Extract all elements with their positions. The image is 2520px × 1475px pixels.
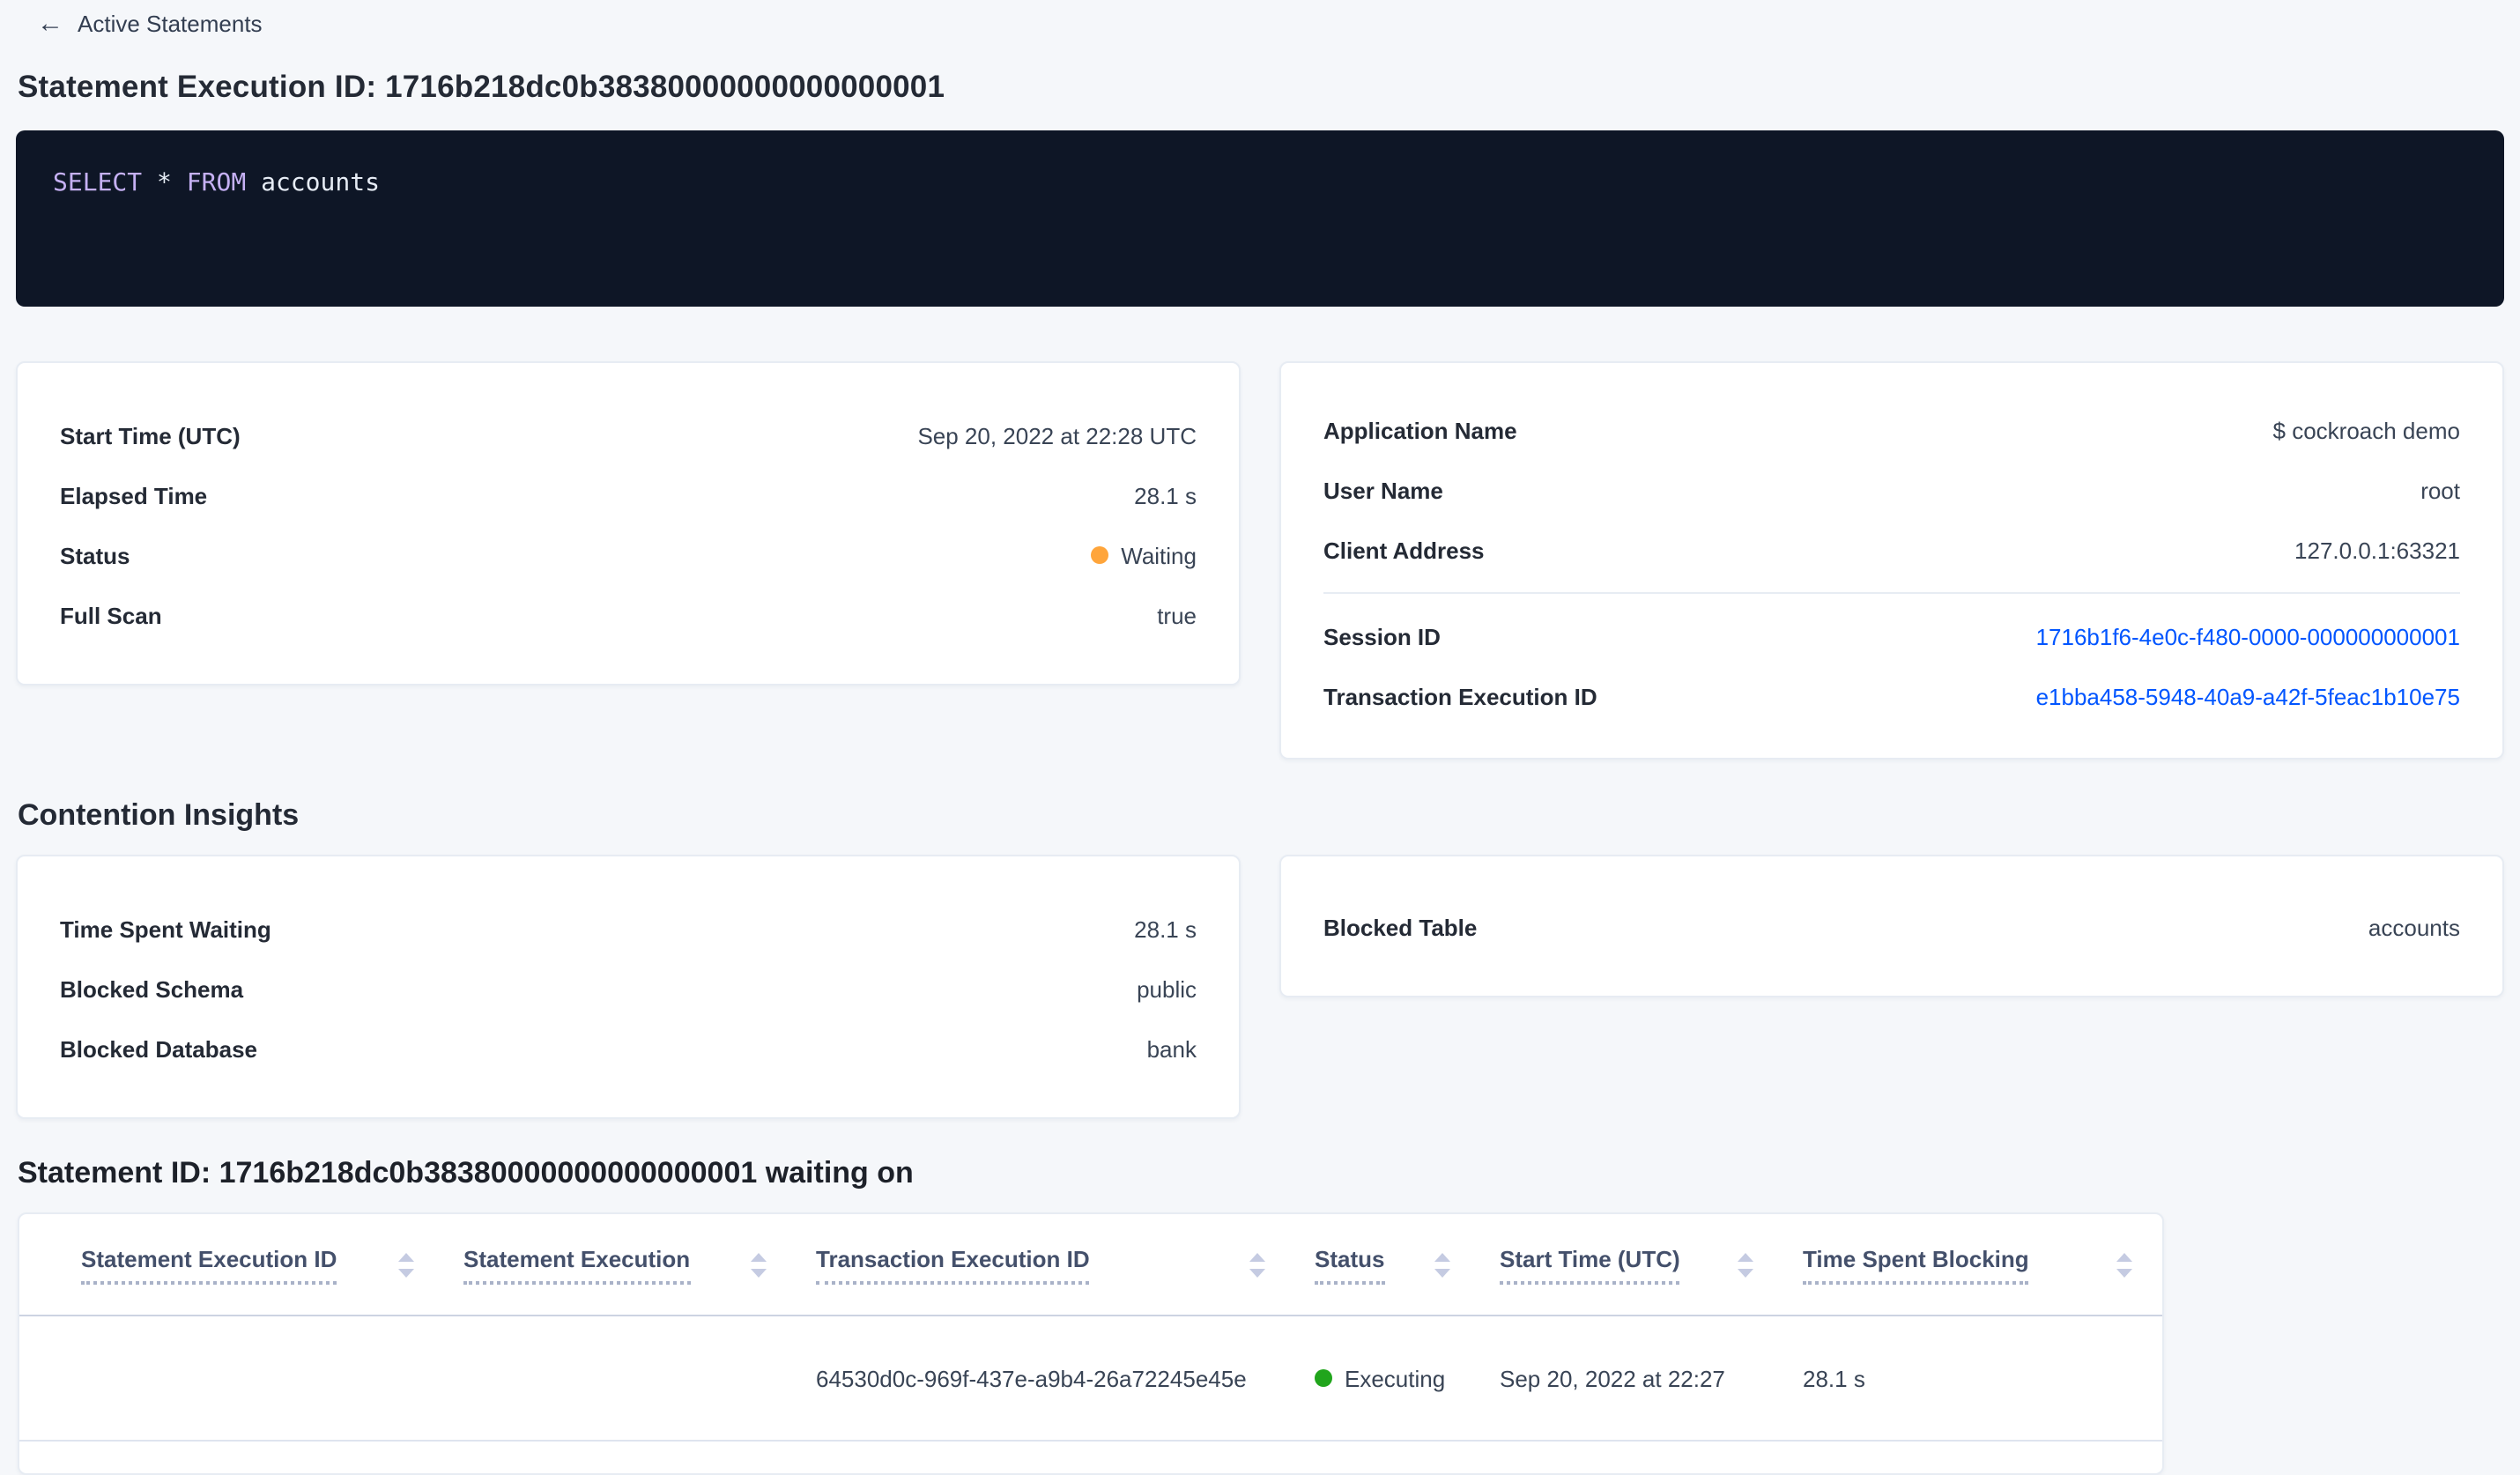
client-address-value: 127.0.0.1:63321 [2294,537,2460,563]
waiting-statements-table: Statement Execution ID Statement Executi… [18,1212,2164,1475]
full-scan-value: true [1157,602,1197,628]
blocked-database-row: Blocked Database bank [60,1019,1197,1078]
sort-icon [1249,1252,1265,1277]
sql-star: * [157,169,172,197]
blocked-table-card: Blocked Table accounts [1279,855,2504,997]
session-details-card: Application Name $ cockroach demo User N… [1279,361,2504,760]
column-header-time-spent-blocking[interactable]: Time Spent Blocking [1803,1245,2143,1284]
sql-keyword-from: FROM [186,169,247,197]
elapsed-time-row: Elapsed Time 28.1 s [60,465,1197,525]
status-row: Status Waiting [60,525,1197,585]
column-header-label: Status [1315,1245,1385,1284]
blocked-schema-row: Blocked Schema public [60,959,1197,1019]
status-value: Waiting [1091,542,1197,568]
overview-cards-row: Start Time (UTC) Sep 20, 2022 at 22:28 U… [16,361,2520,760]
user-name-value: root [2420,477,2460,503]
session-id-row: Session ID 1716b1f6-4e0c-f480-0000-00000… [1323,606,2460,666]
column-header-label: Start Time (UTC) [1500,1245,1680,1284]
contention-details-card: Time Spent Waiting 28.1 s Blocked Schema… [16,855,1241,1119]
transaction-execution-id-row: Transaction Execution ID e1bba458-5948-4… [1323,666,2460,726]
sort-icon [398,1252,414,1277]
page-title: Statement Execution ID: 1716b218dc0b3838… [18,69,945,104]
sort-icon [1434,1252,1450,1277]
session-id-label: Session ID [1323,623,1441,649]
contention-insights-heading: Contention Insights [18,798,300,832]
transaction-execution-id-link[interactable]: e1bba458-5948-40a9-a42f-5feac1b10e75 [2036,683,2460,709]
status-text: Waiting [1121,542,1197,568]
cell-transaction-execution-id: 64530d0c-969f-437e-a9b4-26a72245e45e [816,1365,1247,1391]
back-arrow-icon: ← [37,9,63,39]
full-scan-row: Full Scan true [60,585,1197,645]
sort-icon [1738,1252,1753,1277]
cell-status-text: Executing [1345,1365,1446,1391]
elapsed-time-value: 28.1 s [1134,482,1197,508]
session-card-divider [1323,592,2460,594]
blocked-database-value: bank [1146,1035,1197,1062]
blocked-table-row: Blocked Table accounts [1323,897,2460,957]
start-time-row: Start Time (UTC) Sep 20, 2022 at 22:28 U… [60,405,1197,465]
waiting-table-header-row: Statement Execution ID Statement Executi… [19,1214,2162,1316]
transaction-execution-id-label: Transaction Execution ID [1323,683,1597,709]
column-header-label: Statement Execution ID [81,1245,337,1284]
time-spent-waiting-label: Time Spent Waiting [60,915,271,942]
sort-icon [2116,1252,2132,1277]
blocked-table-label: Blocked Table [1323,914,1478,940]
back-to-active-statements-link[interactable]: ← Active Statements [37,11,263,37]
column-header-transaction-execution-id[interactable]: Transaction Execution ID [816,1245,1315,1284]
status-waiting-dot-icon [1091,546,1109,564]
column-header-statement-execution[interactable]: Statement Execution [463,1245,816,1284]
sql-keyword-select: SELECT [53,169,143,197]
session-id-link[interactable]: 1716b1f6-4e0c-f480-0000-000000000001 [2036,623,2460,649]
start-time-label: Start Time (UTC) [60,422,241,448]
column-header-start-time[interactable]: Start Time (UTC) [1500,1245,1803,1284]
time-spent-waiting-row: Time Spent Waiting 28.1 s [60,899,1197,959]
client-address-label: Client Address [1323,537,1485,563]
contention-cards-row: Time Spent Waiting 28.1 s Blocked Schema… [16,855,2520,1119]
back-link-label: Active Statements [78,11,263,37]
cell-time-spent-blocking: 28.1 s [1803,1365,1865,1391]
client-address-row: Client Address 127.0.0.1:63321 [1323,520,2460,580]
cell-status: Executing [1315,1365,1500,1391]
sql-statement-box: SELECT * FROM accounts [16,130,2504,307]
blocked-schema-label: Blocked Schema [60,975,244,1002]
column-header-label: Statement Execution [463,1245,691,1284]
application-name-row: Application Name $ cockroach demo [1323,400,2460,460]
status-label: Status [60,542,130,568]
sql-table-name: accounts [261,169,380,197]
application-name-value: $ cockroach demo [2272,417,2460,443]
user-name-label: User Name [1323,477,1443,503]
start-time-value: Sep 20, 2022 at 22:28 UTC [917,422,1197,448]
sort-icon [751,1252,767,1277]
column-header-label: Time Spent Blocking [1803,1245,2029,1284]
column-header-label: Transaction Execution ID [816,1245,1090,1284]
elapsed-time-label: Elapsed Time [60,482,208,508]
waiting-on-heading: Statement ID: 1716b218dc0b38380000000000… [18,1156,914,1190]
blocked-database-label: Blocked Database [60,1035,257,1062]
execution-details-card: Start Time (UTC) Sep 20, 2022 at 22:28 U… [16,361,1241,686]
application-name-label: Application Name [1323,417,1517,443]
blocked-schema-value: public [1137,975,1197,1002]
full-scan-label: Full Scan [60,602,162,628]
time-spent-waiting-value: 28.1 s [1134,915,1197,942]
column-header-statement-execution-id[interactable]: Statement Execution ID [81,1245,463,1284]
blocked-table-value: accounts [2368,914,2460,940]
user-name-row: User Name root [1323,460,2460,520]
statement-execution-details-page: ← Active Statements Statement Execution … [0,0,2520,1475]
table-row: 64530d0c-969f-437e-a9b4-26a72245e45e Exe… [19,1316,2162,1442]
column-header-status[interactable]: Status [1315,1245,1500,1284]
cell-start-time: Sep 20, 2022 at 22:27 [1500,1365,1725,1391]
status-executing-dot-icon [1315,1369,1332,1387]
